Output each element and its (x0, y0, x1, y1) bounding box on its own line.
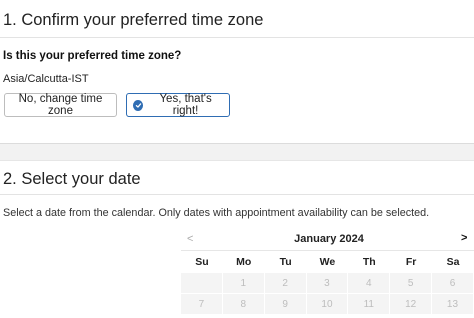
divider (0, 194, 474, 195)
calendar-day: 3 (306, 273, 349, 294)
calendar-day: 2 (264, 273, 307, 294)
confirm-timezone-button[interactable]: Yes, that's right! (126, 93, 230, 117)
calendar-day: 7 (181, 294, 223, 315)
calendar-day: 12 (390, 294, 433, 315)
weekday-header: Fr (405, 256, 417, 268)
next-month-button[interactable]: > (461, 232, 467, 244)
calendar-day: 4 (348, 273, 391, 294)
calendar-day: 8 (222, 294, 265, 315)
change-timezone-button[interactable]: No, change time zone (4, 93, 117, 117)
timezone-value: Asia/Calcutta-IST (3, 73, 89, 85)
calendar-day: 5 (390, 273, 433, 294)
calendar-day: 13 (432, 294, 474, 315)
calendar-day: 9 (264, 294, 307, 315)
date-instructions: Select a date from the calendar. Only da… (3, 207, 430, 219)
weekday-header: Sa (446, 256, 460, 268)
timezone-question: Is this your preferred time zone? (3, 50, 182, 62)
calendar-day: 1 (222, 273, 265, 294)
calendar-day: 10 (306, 294, 349, 315)
check-circle-icon (133, 99, 144, 111)
timezone-section-title: 1. Confirm your preferred time zone (3, 11, 264, 29)
calendar-day-empty (181, 273, 223, 294)
section-separator (0, 143, 474, 161)
date-section-title: 2. Select your date (3, 170, 141, 188)
change-timezone-label: No, change time zone (18, 93, 103, 117)
weekday-header: We (319, 256, 336, 268)
calendar-month-label: January 2024 (294, 233, 364, 245)
weekday-header: Tu (279, 256, 292, 268)
calendar-grid: Su Mo Tu We Th Fr Sa 1 2 3 4 5 6 7 8 9 1… (181, 251, 474, 315)
calendar-day: 6 (432, 273, 474, 294)
weekday-header: Th (362, 256, 376, 268)
previous-month-button[interactable]: < (187, 233, 193, 245)
weekday-header: Mo (236, 256, 252, 268)
weekday-header: Su (195, 256, 209, 268)
divider (0, 37, 474, 38)
calendar-day: 11 (348, 294, 391, 315)
confirm-timezone-label: Yes, that's right! (159, 93, 212, 117)
